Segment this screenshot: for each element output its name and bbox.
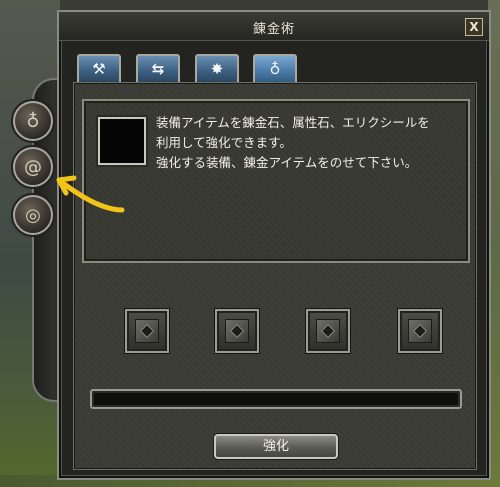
tab-hammer[interactable]: ⚒: [77, 54, 121, 82]
tab-exchange[interactable]: ⇆: [136, 54, 180, 82]
info-box: 装備アイテムを錬金石、属性石、エリクシールを 利用して強化できます。 強化する装…: [82, 99, 470, 263]
annotation-arrow-icon: [56, 175, 125, 213]
enhance-button[interactable]: 強化: [214, 434, 338, 459]
slot-diamond-icon: [316, 319, 340, 343]
window-titlebar: 錬金術 X: [59, 12, 489, 41]
content-panel: 装備アイテムを錬金石、属性石、エリクシールを 利用して強化できます。 強化する装…: [73, 82, 477, 470]
material-slot-3[interactable]: [306, 309, 350, 353]
window-title: 錬金術: [252, 22, 295, 37]
burst-icon: ✸: [210, 60, 224, 78]
equipment-slot[interactable]: [98, 117, 146, 165]
alchemy-window: 錬金術 X ⚒ ⇆ ✸ ♁ 装備アイテムを錬金石、属性石、エリクシールを 利用し…: [57, 10, 491, 480]
side-button-shell[interactable]: ◎: [13, 195, 53, 235]
exchange-icon: ⇆: [151, 60, 165, 78]
hammer-icon: ⚒: [92, 60, 106, 78]
description-line: 装備アイテムを錬金石、属性石、エリクシールを: [156, 115, 430, 130]
close-button[interactable]: X: [465, 18, 483, 36]
description-text: 装備アイテムを錬金石、属性石、エリクシールを 利用して強化できます。 強化する装…: [156, 113, 456, 173]
material-slot-1[interactable]: [125, 309, 169, 353]
pouch-icon: ♁: [26, 110, 40, 132]
swirl-icon: @: [24, 156, 42, 178]
description-line: 利用して強化できます。: [156, 135, 292, 150]
material-slot-2[interactable]: [215, 309, 259, 353]
side-button-swirl[interactable]: @: [13, 147, 53, 187]
slot-diamond-icon: [225, 319, 249, 343]
slot-diamond-icon: [135, 319, 159, 343]
side-button-pouch[interactable]: ♁: [13, 101, 53, 141]
progress-bar: [90, 389, 462, 409]
material-slot-4[interactable]: [398, 309, 442, 353]
tab-burst[interactable]: ✸: [195, 54, 239, 82]
shell-icon: ◎: [25, 204, 41, 226]
tab-water[interactable]: ♁: [253, 54, 297, 82]
description-line: 強化する装備、錬金アイテムをのせて下さい。: [156, 155, 418, 170]
water-drop-icon: ♁: [269, 60, 281, 78]
slot-diamond-icon: [408, 319, 432, 343]
